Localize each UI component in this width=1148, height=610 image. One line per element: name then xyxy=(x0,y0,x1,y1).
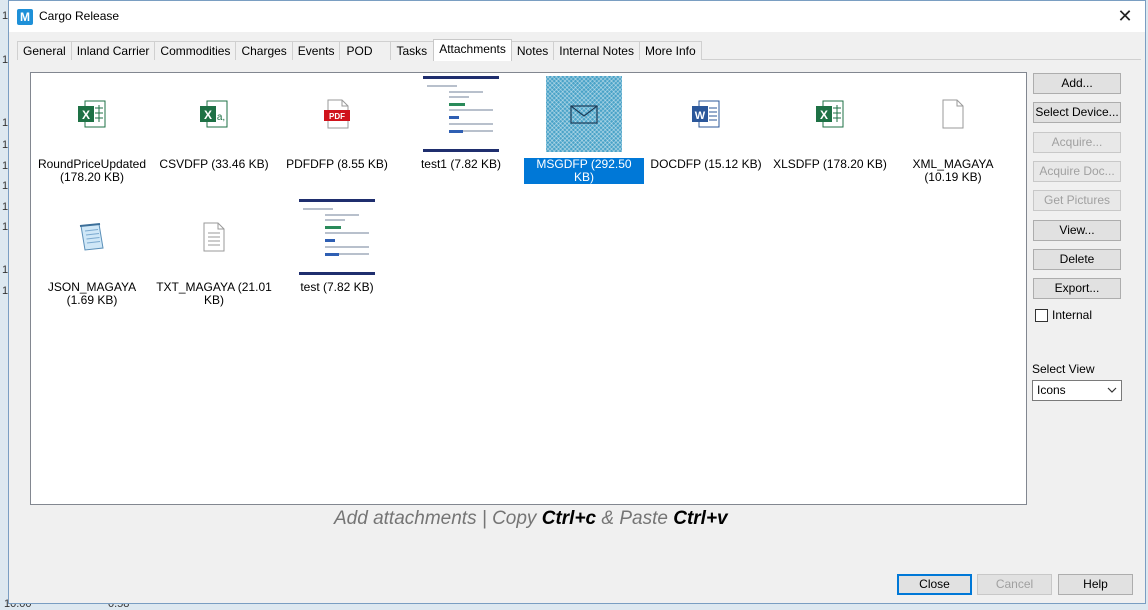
cancel-button[interactable]: Cancel xyxy=(977,574,1052,595)
tab-more-info[interactable]: More Info xyxy=(638,41,702,60)
internal-label: Internal xyxy=(1052,308,1093,322)
select-device-button[interactable]: Select Device... xyxy=(1033,102,1121,123)
attachment-label: DOCDFP (15.12 KB) xyxy=(650,157,762,171)
excel-icon: X xyxy=(816,100,844,128)
svg-text:W: W xyxy=(695,110,706,122)
text-file-icon xyxy=(203,222,225,252)
internal-checkbox-row[interactable]: Internal xyxy=(1035,308,1092,322)
attachment-label: XML_MAGAYA (10.19 KB) xyxy=(912,157,994,184)
attachment-label: RoundPriceUpdated (178.20 KB) xyxy=(37,157,147,184)
attachment-label: JSON_MAGAYA (1.69 KB) xyxy=(47,280,137,307)
view-button[interactable]: View... xyxy=(1033,220,1121,241)
internal-checkbox[interactable] xyxy=(1035,308,1048,322)
screenshot-thumbnail xyxy=(423,76,499,152)
export-button[interactable]: Export... xyxy=(1033,278,1121,299)
screenshot-thumbnail xyxy=(299,199,375,275)
blank-file-icon xyxy=(942,99,964,129)
tab-pod[interactable]: POD xyxy=(339,41,391,60)
tab-tasks[interactable]: Tasks xyxy=(389,41,435,60)
attachment-label: test (7.82 KB) xyxy=(300,280,374,294)
attachment-item[interactable]: JSON_MAGAYA (1.69 KB) xyxy=(32,199,152,307)
excel-icon: X xyxy=(78,100,106,128)
attachment-item[interactable]: XML_MAGAYA (10.19 KB) xyxy=(893,76,1013,184)
attachment-item[interactable]: X RoundPriceUpdated (178.20 KB) xyxy=(32,76,152,184)
tab-notes[interactable]: Notes xyxy=(510,41,555,60)
tab-strip: General Inland Carrier Commodities Charg… xyxy=(17,39,702,61)
attachment-item[interactable]: X XLSDFP (178.20 KB) xyxy=(770,76,890,171)
svg-text:X: X xyxy=(204,108,212,122)
tab-charges[interactable]: Charges xyxy=(235,41,293,60)
svg-text:a,: a, xyxy=(217,112,225,123)
csv-excel-icon: a, X xyxy=(200,100,228,128)
attachment-item[interactable]: TXT_MAGAYA (21.01 KB) xyxy=(154,199,274,307)
select-view-value: Icons xyxy=(1037,383,1066,397)
envelope-icon xyxy=(570,105,598,124)
attachment-label: XLSDFP (178.20 KB) xyxy=(773,157,887,171)
help-button[interactable]: Help xyxy=(1058,574,1133,595)
select-view-dropdown[interactable]: Icons xyxy=(1032,380,1122,401)
tab-inland-carrier[interactable]: Inland Carrier xyxy=(70,41,156,60)
acquire-doc-button[interactable]: Acquire Doc... xyxy=(1033,161,1121,182)
hint-copy-shortcut: Ctrl+c xyxy=(541,508,597,529)
window-title: Cargo Release xyxy=(39,9,120,23)
attachments-list[interactable]: X RoundPriceUpdated (178.20 KB) a, X CSV… xyxy=(30,72,1027,505)
svg-text:PDF: PDF xyxy=(329,112,345,121)
svg-text:X: X xyxy=(820,108,828,122)
tab-general[interactable]: General xyxy=(17,41,72,60)
attachment-label: MSGDFP (292.50 KB) xyxy=(524,158,644,184)
attachment-label: CSVDFP (33.46 KB) xyxy=(159,157,269,171)
acquire-button[interactable]: Acquire... xyxy=(1033,132,1121,153)
attachment-label: PDFDFP (8.55 KB) xyxy=(286,157,388,171)
attachment-item[interactable]: MSGDFP (292.50 KB) xyxy=(524,76,644,184)
tab-commodities[interactable]: Commodities xyxy=(154,41,237,60)
delete-button[interactable]: Delete xyxy=(1033,249,1121,270)
magaya-app-icon: M xyxy=(17,9,33,25)
select-view-label: Select View xyxy=(1032,362,1095,376)
attachment-item[interactable]: PDF PDFDFP (8.55 KB) xyxy=(277,76,397,171)
hint-text: Add attachments | Copy xyxy=(334,508,542,529)
tab-attachments[interactable]: Attachments xyxy=(433,39,512,61)
get-pictures-button[interactable]: Get Pictures xyxy=(1033,190,1121,211)
chevron-down-icon xyxy=(1107,387,1117,393)
attachment-item[interactable]: W DOCDFP (15.12 KB) xyxy=(646,76,766,171)
cargo-release-window: M Cargo Release ✕ General Inland Carrier… xyxy=(8,0,1146,604)
notepad-icon xyxy=(79,223,104,251)
attachment-label: TXT_MAGAYA (21.01 KB) xyxy=(156,280,272,307)
tab-internal-notes[interactable]: Internal Notes xyxy=(553,41,640,60)
hint-paste-shortcut: Ctrl+v xyxy=(673,508,728,529)
svg-text:X: X xyxy=(82,108,90,122)
title-bar[interactable]: M Cargo Release ✕ xyxy=(9,1,1145,32)
attachment-item[interactable]: a, X CSVDFP (33.46 KB) xyxy=(154,76,274,171)
hint-text: & Paste xyxy=(596,508,674,529)
word-icon: W xyxy=(692,100,720,128)
attachment-item[interactable]: test (7.82 KB) xyxy=(277,199,397,294)
attachment-label: test1 (7.82 KB) xyxy=(420,157,502,171)
tab-events[interactable]: Events xyxy=(291,41,341,60)
paste-hint: Add attachments | Copy Ctrl+c & Paste Ct… xyxy=(334,508,728,530)
pdf-icon: PDF xyxy=(324,99,350,129)
close-window-icon[interactable]: ✕ xyxy=(1105,1,1145,32)
add-button[interactable]: Add... xyxy=(1033,73,1121,94)
close-button[interactable]: Close xyxy=(897,574,972,595)
attachment-item[interactable]: test1 (7.82 KB) xyxy=(401,76,521,171)
